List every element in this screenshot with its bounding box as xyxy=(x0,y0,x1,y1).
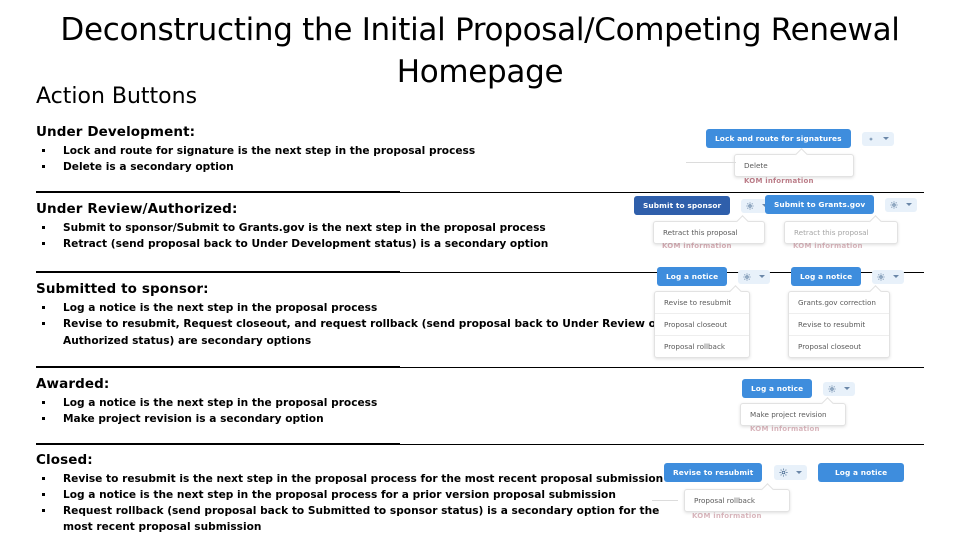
menu-item[interactable]: Revise to resubmit xyxy=(789,314,889,336)
gear-icon xyxy=(743,273,751,281)
gear-dropdown-button[interactable] xyxy=(872,269,905,284)
menu-item[interactable]: Proposal rollback xyxy=(655,336,749,357)
list-item: Log a notice is the next step in the pro… xyxy=(36,487,675,503)
section-divider xyxy=(36,191,924,194)
menu-item[interactable]: Retract this proposal xyxy=(654,222,764,243)
dropdown-menu[interactable]: Retract this proposal xyxy=(653,215,765,244)
list-item: Revise to resubmit is the next step in t… xyxy=(36,471,675,487)
page-subtitle: Action Buttons xyxy=(36,84,198,109)
dropdown-menu[interactable]: Grants.gov correction Revise to resubmit… xyxy=(788,285,890,358)
log-a-notice-button[interactable]: Log a notice xyxy=(818,463,905,482)
screenshot-closed-left: Revise to resubmit Proposal rollback KOM… xyxy=(652,462,807,520)
gear-icon xyxy=(828,385,836,393)
chevron-down-icon xyxy=(882,137,889,140)
log-a-notice-button[interactable]: Log a notice xyxy=(657,267,728,286)
section-divider xyxy=(36,365,924,368)
gear-dropdown-button[interactable] xyxy=(861,131,894,146)
gear-dropdown-button[interactable] xyxy=(738,269,771,284)
menu-item[interactable]: Proposal rollback xyxy=(685,490,789,511)
gear-dropdown-button[interactable] xyxy=(885,197,918,212)
chevron-down-icon xyxy=(844,387,851,390)
chevron-down-icon xyxy=(906,203,913,206)
chevron-down-icon xyxy=(893,275,900,278)
menu-item[interactable]: Proposal closeout xyxy=(789,336,889,357)
screenshot-closed-right: Log a notice xyxy=(818,462,905,482)
screenshot-under-review-right: Submit to Grants.gov Retract this propos… xyxy=(765,194,918,250)
dropdown-menu[interactable]: Make project revision xyxy=(740,397,846,426)
list-item: Log a notice is the next step in the pro… xyxy=(36,300,663,316)
submit-to-sponsor-button[interactable]: Submit to sponsor xyxy=(634,196,731,215)
screenshot-submitted-right: Log a notice Grants.gov correction Revis… xyxy=(788,266,905,358)
gear-icon xyxy=(746,202,754,210)
red-note-text: KOM information xyxy=(793,242,863,250)
log-a-notice-button[interactable]: Log a notice xyxy=(742,379,813,398)
gear-icon xyxy=(779,468,788,477)
red-note-text: KOM information xyxy=(662,242,732,250)
gear-dropdown-button[interactable] xyxy=(823,381,856,396)
revise-to-resubmit-button[interactable]: Revise to resubmit xyxy=(664,463,763,482)
dropdown-menu[interactable]: Proposal rollback xyxy=(684,483,790,512)
gear-icon xyxy=(867,135,875,143)
page-title: Deconstructing the Initial Proposal/Comp… xyxy=(60,12,900,90)
list-item: Request rollback (send proposal back to … xyxy=(36,503,675,535)
dropdown-menu[interactable]: Revise to resubmit Proposal closeout Pro… xyxy=(654,285,750,358)
screenshot-under-development: Lock and route for signatures Delete KOM… xyxy=(686,128,894,185)
screenshot-awarded: Log a notice Make project revision KOM i… xyxy=(740,378,856,433)
gear-dropdown-button[interactable] xyxy=(773,465,807,480)
menu-item[interactable]: Delete xyxy=(735,155,853,176)
submit-to-grants-gov-button[interactable]: Submit to Grants.gov xyxy=(765,195,875,214)
lock-and-route-button[interactable]: Lock and route for signatures xyxy=(706,129,851,148)
screenshot-under-review-left: Submit to sponsor Retract this proposal … xyxy=(634,195,774,250)
log-a-notice-button[interactable]: Log a notice xyxy=(791,267,862,286)
menu-item[interactable]: Retract this proposal xyxy=(785,222,897,243)
chevron-down-icon xyxy=(795,471,802,474)
gear-icon xyxy=(877,273,885,281)
red-note-text: KOM information xyxy=(692,512,762,520)
dropdown-menu[interactable]: Delete xyxy=(734,148,854,177)
list-item: Revise to resubmit, Request closeout, an… xyxy=(36,316,663,348)
gear-icon xyxy=(890,201,898,209)
red-note-text: KOM information xyxy=(750,425,820,433)
section-divider xyxy=(36,442,924,445)
menu-item[interactable]: Proposal closeout xyxy=(655,314,749,336)
red-note-text: KOM information xyxy=(744,177,814,185)
screenshot-submitted-left: Log a notice Revise to resubmit Proposal… xyxy=(654,266,771,358)
dropdown-menu[interactable]: Retract this proposal xyxy=(784,215,898,244)
chevron-down-icon xyxy=(759,275,766,278)
